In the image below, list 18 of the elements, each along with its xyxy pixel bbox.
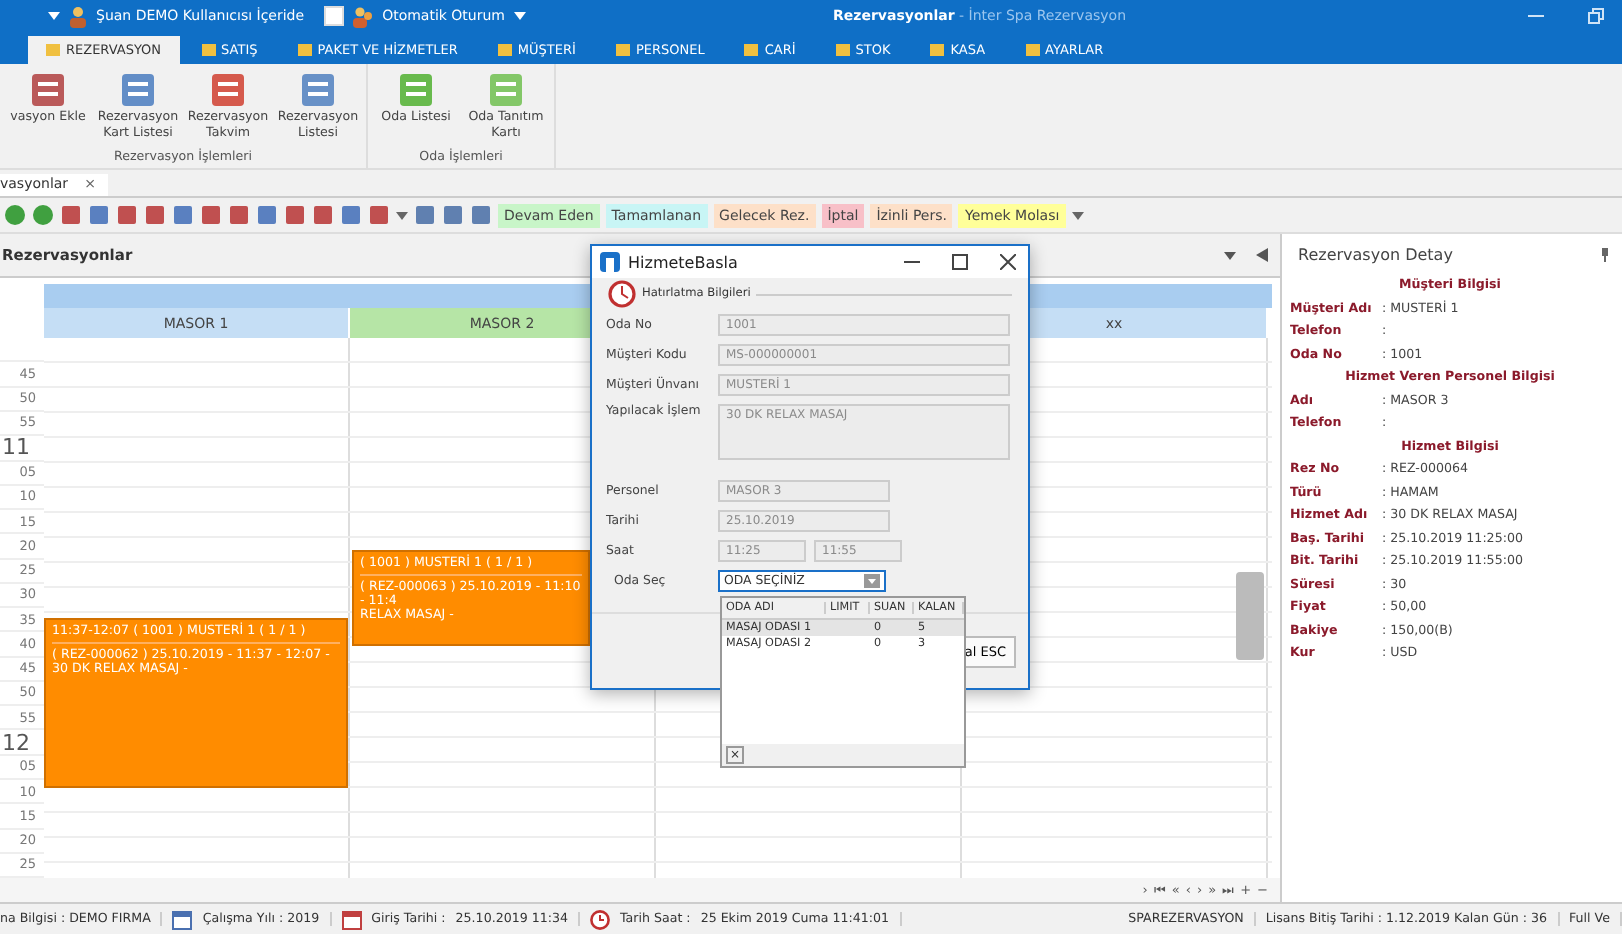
panel-title: Rezervasyon Detay (1296, 245, 1453, 263)
maximize-icon[interactable] (952, 254, 968, 270)
time-label: 12 (2, 729, 30, 755)
caret-icon[interactable] (513, 12, 526, 20)
caret-icon[interactable] (1071, 211, 1084, 219)
user-icon (68, 5, 88, 27)
caret-icon[interactable] (48, 12, 60, 20)
auto-login-checkbox[interactable] (324, 6, 345, 26)
caret-icon[interactable] (1224, 251, 1236, 259)
users-icon (352, 5, 375, 27)
caret-icon[interactable] (396, 211, 408, 219)
restore-icon[interactable] (1588, 8, 1604, 24)
time-label: 11 (2, 434, 30, 461)
app-icon (600, 252, 620, 272)
pin-icon[interactable] (1600, 247, 1610, 261)
dialog-title: HizmeteBasla (628, 253, 740, 271)
close-icon[interactable] (1000, 254, 1016, 270)
caret-icon[interactable] (864, 574, 880, 588)
